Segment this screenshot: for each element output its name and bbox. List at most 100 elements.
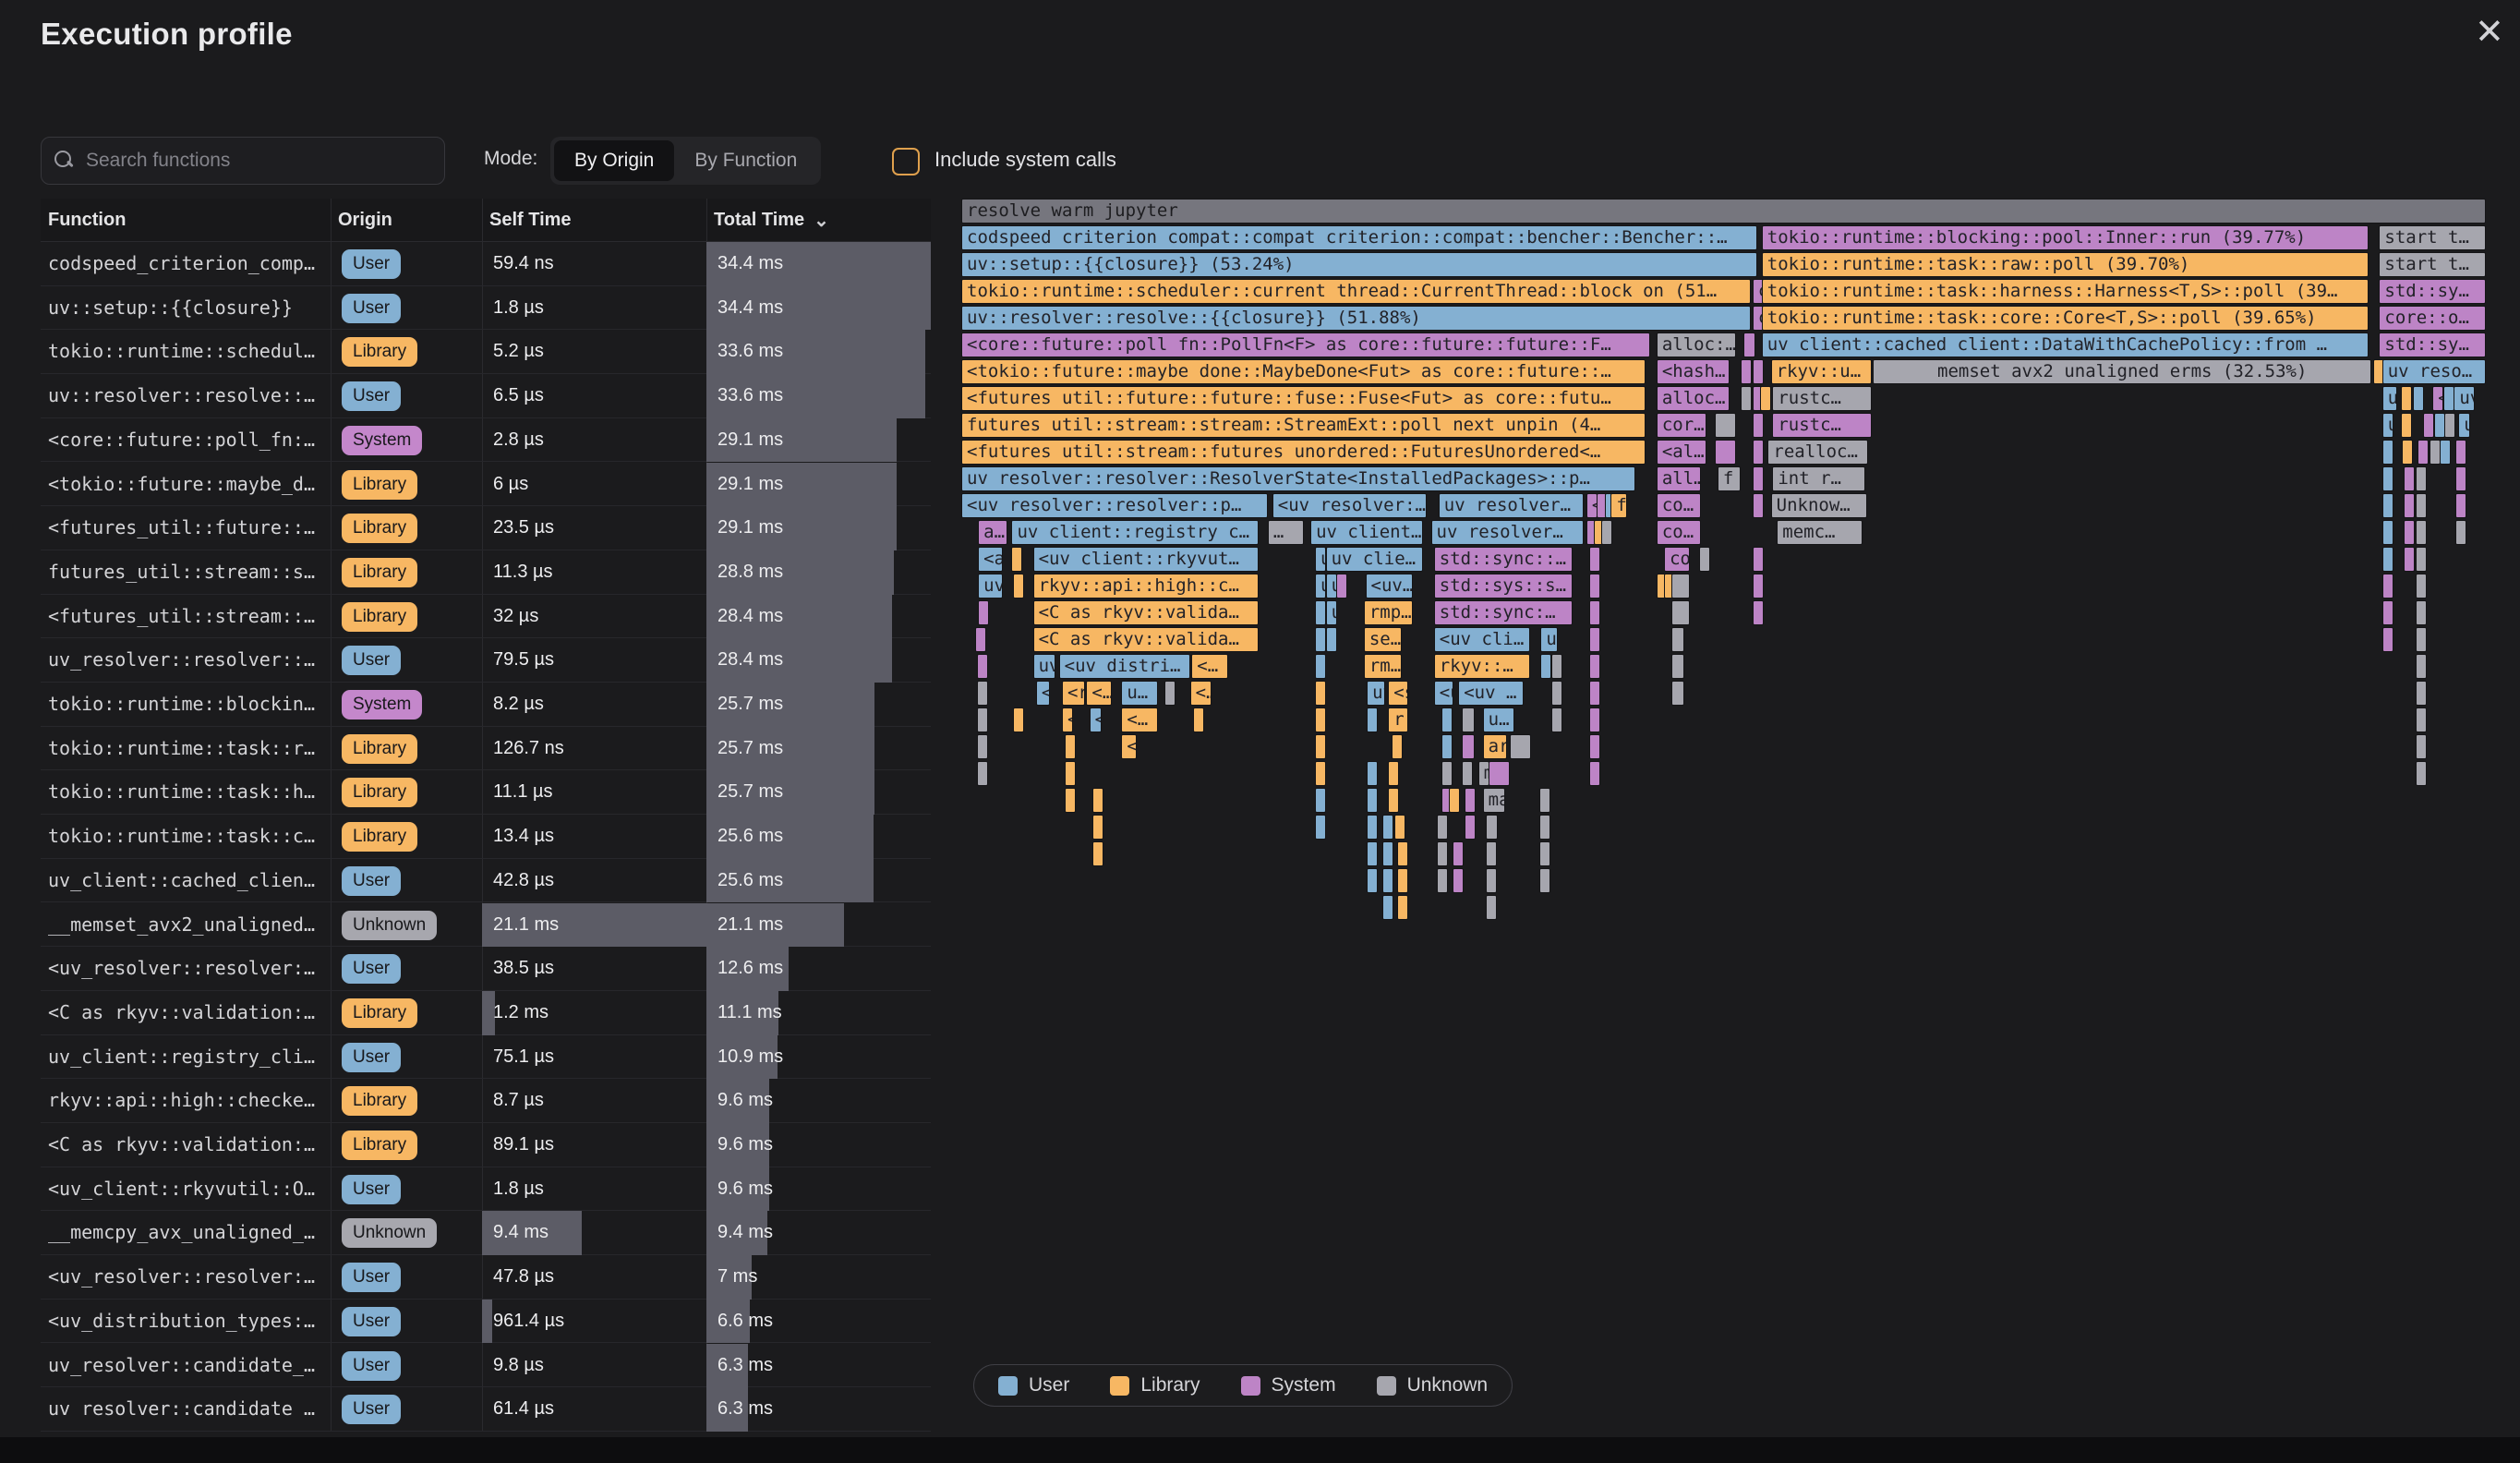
flame-frame[interactable] — [2443, 386, 2454, 411]
flame-frame[interactable]: <futures util::future::future::fuse::Fus… — [961, 386, 1646, 411]
flame-frame[interactable] — [1315, 600, 1326, 625]
col-function[interactable]: Function — [41, 199, 331, 242]
flame-frame[interactable]: rkyv::api::high::c… — [1033, 574, 1259, 598]
flame-frame[interactable] — [1437, 815, 1448, 840]
flame-frame[interactable]: co… — [1657, 520, 1701, 545]
flame-frame[interactable]: rm… — [1364, 654, 1402, 679]
flame-frame[interactable]: uv — [2454, 386, 2475, 411]
table-row[interactable]: <C as rkyv::validation:…Library89.1 µs9.… — [41, 1123, 931, 1167]
flame-frame[interactable]: <uv … — [1458, 681, 1524, 706]
flame-frame[interactable]: co — [1664, 547, 1690, 572]
flame-frame[interactable]: m — [1478, 761, 1489, 786]
flame-frame[interactable] — [1065, 734, 1076, 759]
flame-frame[interactable]: <al… — [1657, 440, 1706, 465]
flame-frame[interactable]: rkyv::… — [1434, 654, 1530, 679]
flame-frame[interactable]: std::sync:… — [1434, 600, 1573, 625]
flame-frame[interactable] — [1601, 520, 1612, 545]
flame-frame[interactable] — [1367, 868, 1378, 893]
flame-frame[interactable] — [1315, 707, 1326, 732]
flame-frame[interactable]: uv resolver… — [1439, 493, 1584, 518]
flame-frame[interactable] — [1753, 574, 1764, 598]
flame-frame[interactable]: u… — [1121, 681, 1158, 706]
flame-frame[interactable] — [2455, 440, 2466, 465]
flame-frame[interactable]: <… — [1190, 681, 1212, 706]
flame-frame[interactable] — [1441, 734, 1453, 759]
flame-frame[interactable] — [1753, 493, 1764, 518]
flame-frame[interactable]: std::sys::s… — [1434, 574, 1573, 598]
flame-frame[interactable]: <… — [1121, 707, 1158, 732]
flame-frame[interactable] — [1315, 734, 1326, 759]
table-row[interactable]: rkyv::api::high::checke…Library8.7 µs9.6… — [41, 1079, 931, 1123]
flame-frame[interactable] — [2416, 466, 2427, 491]
search-box[interactable] — [41, 137, 445, 185]
flame-frame[interactable]: std::sy… — [2379, 332, 2486, 357]
table-row[interactable]: <uv_distribution_types:…User961.4 µs6.6 … — [41, 1300, 931, 1344]
flame-frame[interactable] — [1589, 627, 1600, 652]
flame-frame[interactable] — [1699, 547, 1710, 572]
flame-frame[interactable] — [1589, 654, 1600, 679]
flame-frame[interactable] — [1336, 574, 1347, 598]
flame-frame[interactable]: <r — [1062, 681, 1085, 706]
table-row[interactable]: <core::future::poll_fn:…System2.8 µs29.1… — [41, 418, 931, 463]
flame-frame[interactable] — [1551, 654, 1562, 679]
flame-frame[interactable]: uv — [2458, 413, 2470, 438]
flame-frame[interactable]: fu — [1610, 493, 1627, 518]
flame-frame[interactable] — [2434, 413, 2445, 438]
flame-frame[interactable]: uv client::cached client::DataWithCacheP… — [1762, 332, 2369, 357]
flame-frame[interactable]: <uv resolver:… — [1272, 493, 1427, 518]
flame-frame[interactable]: <hash… — [1657, 359, 1730, 384]
flame-frame[interactable] — [1753, 600, 1764, 625]
flame-frame[interactable] — [2416, 681, 2427, 706]
flame-frame[interactable] — [2430, 440, 2441, 465]
table-row[interactable]: <futures_util::future::…Library23.5 µs29… — [41, 506, 931, 550]
table-row[interactable]: tokio::runtime::schedul…Library5.2 µs33.… — [41, 330, 931, 374]
table-row[interactable]: <uv_resolver::resolver:…User38.5 µs12.6 … — [41, 947, 931, 991]
flame-frame[interactable] — [1437, 868, 1448, 893]
flame-frame[interactable] — [1013, 707, 1024, 732]
flame-frame[interactable] — [2455, 493, 2466, 518]
flame-frame[interactable]: <tokio::future::maybe done::MaybeDone<Fu… — [961, 359, 1646, 384]
flame-frame[interactable] — [2444, 413, 2455, 438]
table-row[interactable]: futures_util::stream::s…Library11.3 µs28… — [41, 550, 931, 595]
flame-frame[interactable] — [1441, 761, 1453, 786]
flame-frame[interactable] — [1441, 707, 1453, 732]
flame-frame[interactable]: … — [1268, 520, 1305, 545]
flame-frame[interactable]: tokio::runtime::task::raw::poll (39.70%) — [1762, 252, 2369, 277]
flame-frame[interactable] — [1449, 788, 1460, 813]
flame-frame[interactable] — [1164, 681, 1176, 706]
flame-frame[interactable] — [2404, 493, 2415, 518]
flame-frame[interactable]: uv client… — [1310, 520, 1423, 545]
flame-frame[interactable]: ar — [1483, 734, 1507, 759]
flame-frame[interactable] — [2455, 466, 2466, 491]
flame-frame[interactable] — [1539, 788, 1550, 813]
flame-frame[interactable] — [1753, 466, 1764, 491]
flame-frame[interactable] — [1539, 868, 1550, 893]
flame-frame[interactable] — [1394, 815, 1405, 840]
flame-frame[interactable] — [2416, 600, 2427, 625]
flame-frame[interactable]: < — [1090, 707, 1102, 732]
flame-frame[interactable]: <s — [1388, 681, 1407, 706]
table-row[interactable]: uv_resolver::candidate_…User9.8 µs6.3 ms — [41, 1344, 931, 1388]
flame-frame[interactable] — [978, 600, 989, 625]
flame-frame[interactable] — [1065, 761, 1076, 786]
flame-frame[interactable]: start t… — [2379, 252, 2486, 277]
flame-frame[interactable]: se… — [1364, 627, 1402, 652]
flame-frame[interactable]: f — [1718, 466, 1741, 491]
table-row[interactable]: uv_resolver::resolver::…User79.5 µs28.4 … — [41, 638, 931, 683]
flame-frame[interactable] — [2402, 440, 2413, 465]
flame-frame[interactable]: <C as rkyv::valida… — [1033, 627, 1259, 652]
flame-frame[interactable]: tokio::runtime::task::harness::Harness<T… — [1762, 279, 2369, 304]
flame-frame[interactable]: uv resolver… — [1431, 520, 1584, 545]
flame-frame[interactable] — [1715, 440, 1736, 465]
include-system-calls-checkbox[interactable] — [892, 148, 920, 175]
flame-frame[interactable] — [1540, 654, 1551, 679]
flame-frame[interactable]: < — [1121, 734, 1137, 759]
col-self-time[interactable]: Self Time — [482, 199, 706, 242]
flame-frame[interactable] — [1671, 654, 1683, 679]
flame-frame[interactable] — [1315, 815, 1326, 840]
flame-frame[interactable] — [1489, 761, 1510, 786]
flame-frame[interactable]: <C as rkyv::valida… — [1033, 600, 1259, 625]
flame-frame[interactable] — [2404, 547, 2415, 572]
flame-frame[interactable] — [1589, 761, 1600, 786]
flame-frame[interactable] — [1465, 788, 1476, 813]
